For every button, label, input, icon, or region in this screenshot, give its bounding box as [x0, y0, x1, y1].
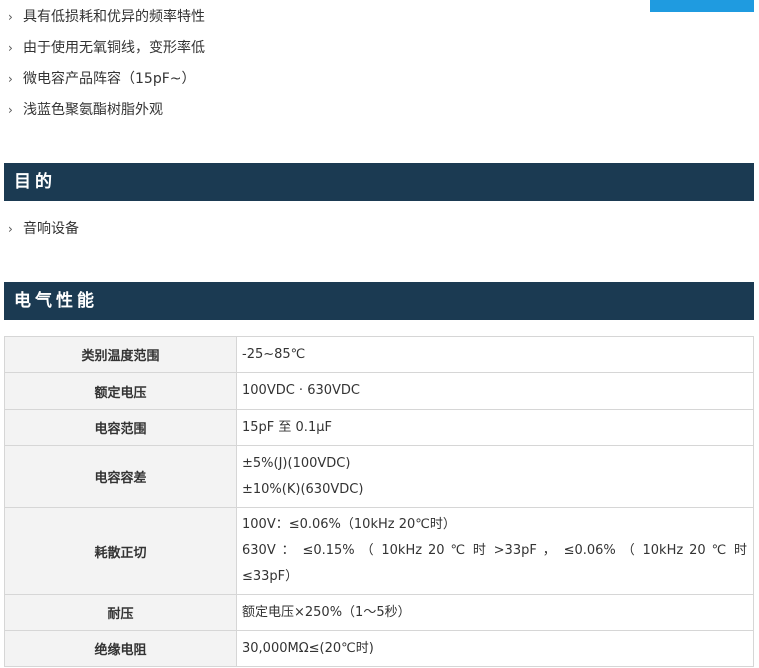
- value-line: ±5%(J)(100VDC): [242, 455, 351, 471]
- table-row: 耐压 额定电压×250%（1～5秒）: [4, 594, 754, 631]
- electrical-spec-table: 类别温度范围 -25~85℃ 额定电压 100VDC · 630VDC 电容范围…: [4, 336, 754, 667]
- chevron-right-icon: ›: [8, 222, 13, 236]
- top-right-accent-tab[interactable]: [650, 0, 754, 12]
- chevron-right-icon: ›: [8, 103, 13, 117]
- row-label: 额定电压: [4, 372, 237, 410]
- feature-text: 由于使用无氧铜线，变形率低: [23, 40, 205, 56]
- row-label: 类别温度范围: [4, 336, 237, 373]
- table-row: 额定电压 100VDC · 630VDC: [4, 372, 754, 410]
- value-line: 15pF 至 0.1μF: [242, 419, 332, 435]
- row-value: 100V：≤0.06%（10kHz 20℃时） 630V ： ≤0.15% （ …: [236, 507, 754, 595]
- purpose-list: › 音响设备: [8, 214, 79, 245]
- row-value: 100VDC · 630VDC: [236, 372, 754, 410]
- electrical-section-header: 电气性能: [4, 282, 754, 320]
- feature-text: 具有低损耗和优异的频率特性: [23, 9, 205, 25]
- list-item: › 音响设备: [8, 214, 79, 245]
- row-label: 电容范围: [4, 409, 237, 446]
- row-value: 额定电压×250%（1～5秒）: [236, 594, 754, 631]
- list-item: › 微电容产品阵容（15pF~）: [8, 64, 205, 95]
- value-line: -25~85℃: [242, 346, 306, 362]
- chevron-right-icon: ›: [8, 41, 13, 55]
- feature-text: 微电容产品阵容（15pF~）: [23, 71, 196, 87]
- chevron-right-icon: ›: [8, 72, 13, 86]
- row-value: -25~85℃: [236, 336, 754, 373]
- purpose-text: 音响设备: [23, 221, 79, 237]
- list-item: › 具有低损耗和优异的频率特性: [8, 2, 205, 33]
- table-row: 耗散正切 100V：≤0.06%（10kHz 20℃时） 630V ： ≤0.1…: [4, 507, 754, 595]
- table-row: 类别温度范围 -25~85℃: [4, 336, 754, 373]
- row-value: 30,000MΩ≤(20℃时): [236, 630, 754, 667]
- table-row: 绝缘电阻 30,000MΩ≤(20℃时): [4, 630, 754, 667]
- chevron-right-icon: ›: [8, 10, 13, 24]
- value-line: ±10%(K)(630VDC): [242, 481, 364, 497]
- row-label: 耗散正切: [4, 507, 237, 595]
- row-value: 15pF 至 0.1μF: [236, 409, 754, 446]
- row-label: 耐压: [4, 594, 237, 631]
- list-item: › 由于使用无氧铜线，变形率低: [8, 33, 205, 64]
- feature-list: › 具有低损耗和优异的频率特性 › 由于使用无氧铜线，变形率低 › 微电容产品阵容（1…: [8, 2, 205, 126]
- table-row: 电容容差 ±5%(J)(100VDC) ±10%(K)(630VDC): [4, 445, 754, 508]
- list-item: › 浅蓝色聚氨酯树脂外观: [8, 95, 205, 126]
- table-row: 电容范围 15pF 至 0.1μF: [4, 409, 754, 446]
- value-line: 100V：≤0.06%（10kHz 20℃时）: [242, 517, 456, 532]
- value-line: ≤33pF）: [242, 569, 299, 584]
- value-line: 额定电压×250%（1～5秒）: [242, 604, 411, 620]
- value-line: 630V ： ≤0.15% （ 10kHz 20 ℃ 时 >33pF ， ≤0.…: [242, 543, 747, 558]
- value-line: 30,000MΩ≤(20℃时): [242, 640, 374, 656]
- feature-text: 浅蓝色聚氨酯树脂外观: [23, 102, 163, 118]
- row-label: 绝缘电阻: [4, 630, 237, 667]
- row-label: 电容容差: [4, 445, 237, 508]
- row-value: ±5%(J)(100VDC) ±10%(K)(630VDC): [236, 445, 754, 508]
- purpose-section-header: 目的: [4, 163, 754, 201]
- value-line: 100VDC · 630VDC: [242, 383, 360, 398]
